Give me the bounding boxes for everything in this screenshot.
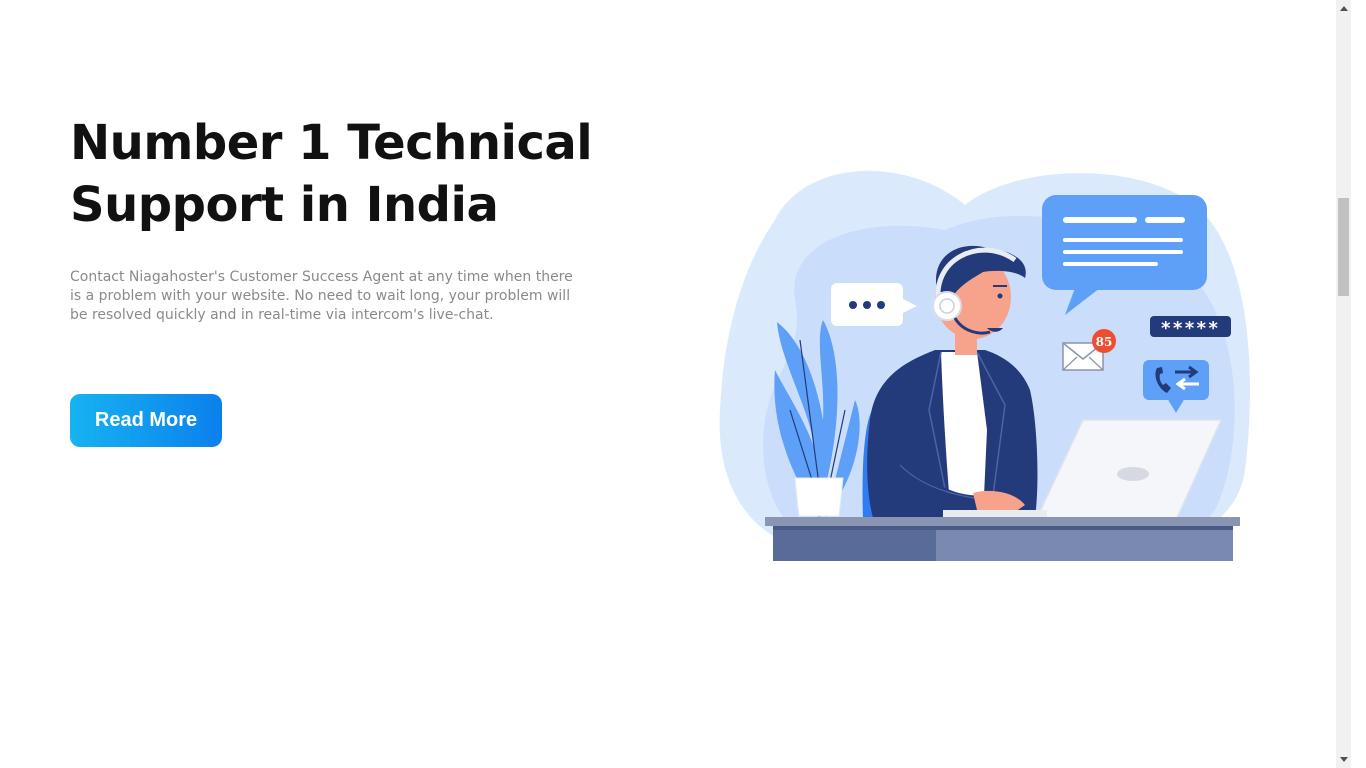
hero-description: Contact Niagahoster's Customer Success A… (70, 269, 573, 323)
scroll-down-arrow-icon[interactable] (1336, 751, 1351, 768)
hero-title: Number 1 Technical Support in India (70, 115, 593, 233)
scrollbar-thumb[interactable] (1338, 198, 1349, 296)
password-badge: ***** (1150, 316, 1231, 339)
vertical-scrollbar[interactable] (1336, 0, 1351, 768)
read-more-button[interactable]: Read More (70, 394, 222, 447)
notification-count: 85 (1096, 335, 1113, 349)
support-agent-illustration: ***** 85 (719, 170, 1250, 561)
desk (765, 517, 1240, 561)
scroll-up-arrow-icon[interactable] (1336, 0, 1351, 17)
password-mask: ***** (1160, 318, 1219, 339)
page: Number 1 Technical Support in India Cont… (0, 0, 1351, 768)
